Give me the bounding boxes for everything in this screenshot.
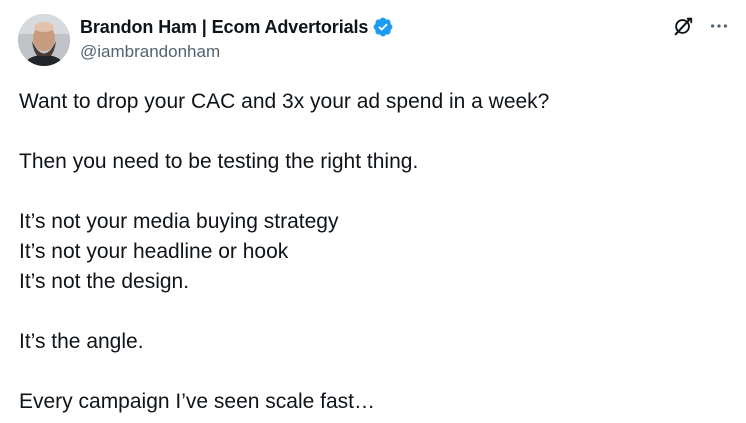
tweet-top-actions: [672, 15, 730, 37]
tweet-line: It’s not your media buying strategy: [19, 210, 339, 233]
avatar-image: [18, 14, 70, 66]
tweet-line: It’s not the design.: [19, 270, 190, 293]
tweet-paragraph-break: [19, 177, 719, 207]
author-block: Brandon Ham | Ecom Advertorials @iambran…: [80, 15, 394, 62]
tweet-paragraph-break: [19, 297, 719, 327]
verified-badge-icon[interactable]: [372, 16, 394, 38]
tweet-text: Want to drop your CAC and 3x your ad spe…: [19, 87, 719, 417]
grok-icon[interactable]: [672, 15, 694, 37]
tweet-paragraph-break: [19, 117, 719, 147]
tweet-line: Want to drop your CAC and 3x your ad spe…: [19, 90, 550, 113]
more-options-icon[interactable]: [708, 15, 730, 37]
author-display-name[interactable]: Brandon Ham | Ecom Advertorials: [80, 17, 368, 38]
author-name-row: Brandon Ham | Ecom Advertorials: [80, 15, 394, 39]
tweet-line: It’s not your headline or hook: [19, 240, 289, 263]
tweet-line: Every campaign I’ve seen scale fast…: [19, 390, 375, 413]
author-handle[interactable]: @iambrandonham: [80, 42, 394, 62]
tweet-line: Then you need to be testing the right th…: [19, 150, 419, 173]
tweet-line: It’s the angle.: [19, 330, 144, 353]
tweet-paragraph-break: [19, 357, 719, 387]
avatar[interactable]: [18, 14, 70, 66]
tweet-card: Brandon Ham | Ecom Advertorials @iambran…: [0, 0, 746, 423]
